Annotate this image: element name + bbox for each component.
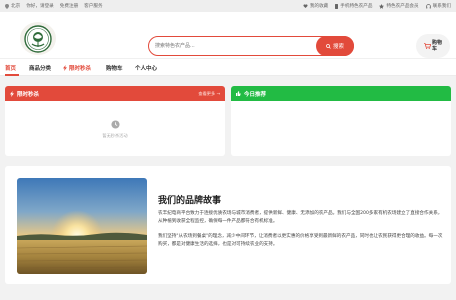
brand-story-paragraph-1: 农丰纪电商平台致力于连接优质农场与城市消费者，提供新鲜、健康、无添加的农产品。我… [158, 211, 443, 224]
farm-logo-icon[interactable] [20, 22, 56, 55]
logo-emblem [24, 24, 52, 53]
flash-sale-panel: 限时秒杀 查看更多 → 暂无秒杀活动 [5, 86, 225, 156]
mobile-link[interactable]: 手机特色农产品 [335, 3, 372, 9]
header-cart-button[interactable]: 购物 车 [416, 34, 450, 58]
nav-tab-profile[interactable]: 个人中心 [135, 64, 157, 72]
nav-tab-cart[interactable]: 购物车 [106, 64, 123, 72]
nav-tab-flash-sale-label: 限时秒杀 [69, 66, 92, 72]
main-nav: 首页 商品分类 限时秒杀 购物车 个人中心 [0, 58, 456, 76]
search-icon [326, 43, 331, 49]
site-header: 搜索 购物 车 [0, 12, 456, 58]
search-button[interactable]: 搜索 [316, 36, 354, 56]
top-bar: 北京 你好，请登录 免费注册 客户服务 我的收藏 手机特色农产品 特色农产品会员… [0, 0, 456, 12]
contact-link[interactable]: 联系我们 [425, 3, 451, 9]
lightning-icon [10, 90, 14, 97]
lightning-icon [63, 65, 67, 71]
nav-tab-categories[interactable]: 商品分类 [29, 64, 51, 72]
brand-story-section: 我们的品牌故事 农丰纪电商平台致力于连接优质农场与城市消费者，提供新鲜、健康、无… [5, 166, 451, 284]
nav-tab-home[interactable]: 首页 [5, 64, 16, 72]
search-bar: 搜索 [148, 36, 354, 56]
headset-icon [425, 3, 431, 8]
mobile-label: 手机特色农产品 [340, 4, 373, 9]
register-link[interactable]: 免费注册 [60, 3, 78, 9]
search-input[interactable] [155, 40, 315, 52]
cart-label-line2: 车 [431, 46, 437, 52]
recommend-panel: 今日推荐 [231, 86, 451, 156]
flash-sale-more-link[interactable]: 查看更多 → [198, 91, 220, 97]
location-label: 北京 [11, 4, 21, 9]
location-pin-icon [5, 3, 9, 9]
favorites-link[interactable]: 我的收藏 [303, 3, 328, 9]
favorites-label: 我的收藏 [309, 4, 329, 9]
star-icon [379, 3, 385, 9]
location-selector[interactable]: 北京 [5, 3, 20, 9]
nav-tab-flash-sale[interactable]: 限时秒杀 [63, 64, 91, 72]
vip-label: 特色农产品会员 [386, 4, 419, 9]
clock-icon [111, 120, 120, 129]
farm-landscape-image [17, 178, 147, 274]
contact-label: 联系我们 [432, 4, 451, 9]
farm-sunset-photo [17, 178, 147, 274]
heart-icon [303, 4, 308, 8]
mobile-phone-icon [335, 3, 339, 9]
recommend-header: 今日推荐 [231, 86, 451, 101]
recommend-title: 今日推荐 [244, 91, 267, 98]
cart-icon [423, 43, 431, 49]
brand-story-paragraph-2: 我们坚持"从农场到餐桌"的理念，减少中间环节，让消费者以更实惠的价格享受到最新鲜… [158, 234, 443, 247]
flash-sale-header: 限时秒杀 查看更多 → [5, 86, 225, 101]
active-tab-indicator [5, 74, 19, 76]
login-link[interactable]: 你好，请登录 [26, 3, 54, 9]
brand-story-title: 我们的品牌故事 [158, 196, 222, 206]
thumbs-up-icon [236, 91, 241, 96]
customer-service-link[interactable]: 客户服务 [84, 3, 102, 9]
flash-sale-empty-message: 暂无秒杀活动 [102, 133, 128, 138]
flash-sale-title: 限时秒杀 [17, 91, 40, 98]
search-button-label: 搜索 [332, 44, 344, 50]
cart-label: 购物 车 [432, 40, 442, 52]
vip-link[interactable]: 特色农产品会员 [379, 3, 419, 9]
